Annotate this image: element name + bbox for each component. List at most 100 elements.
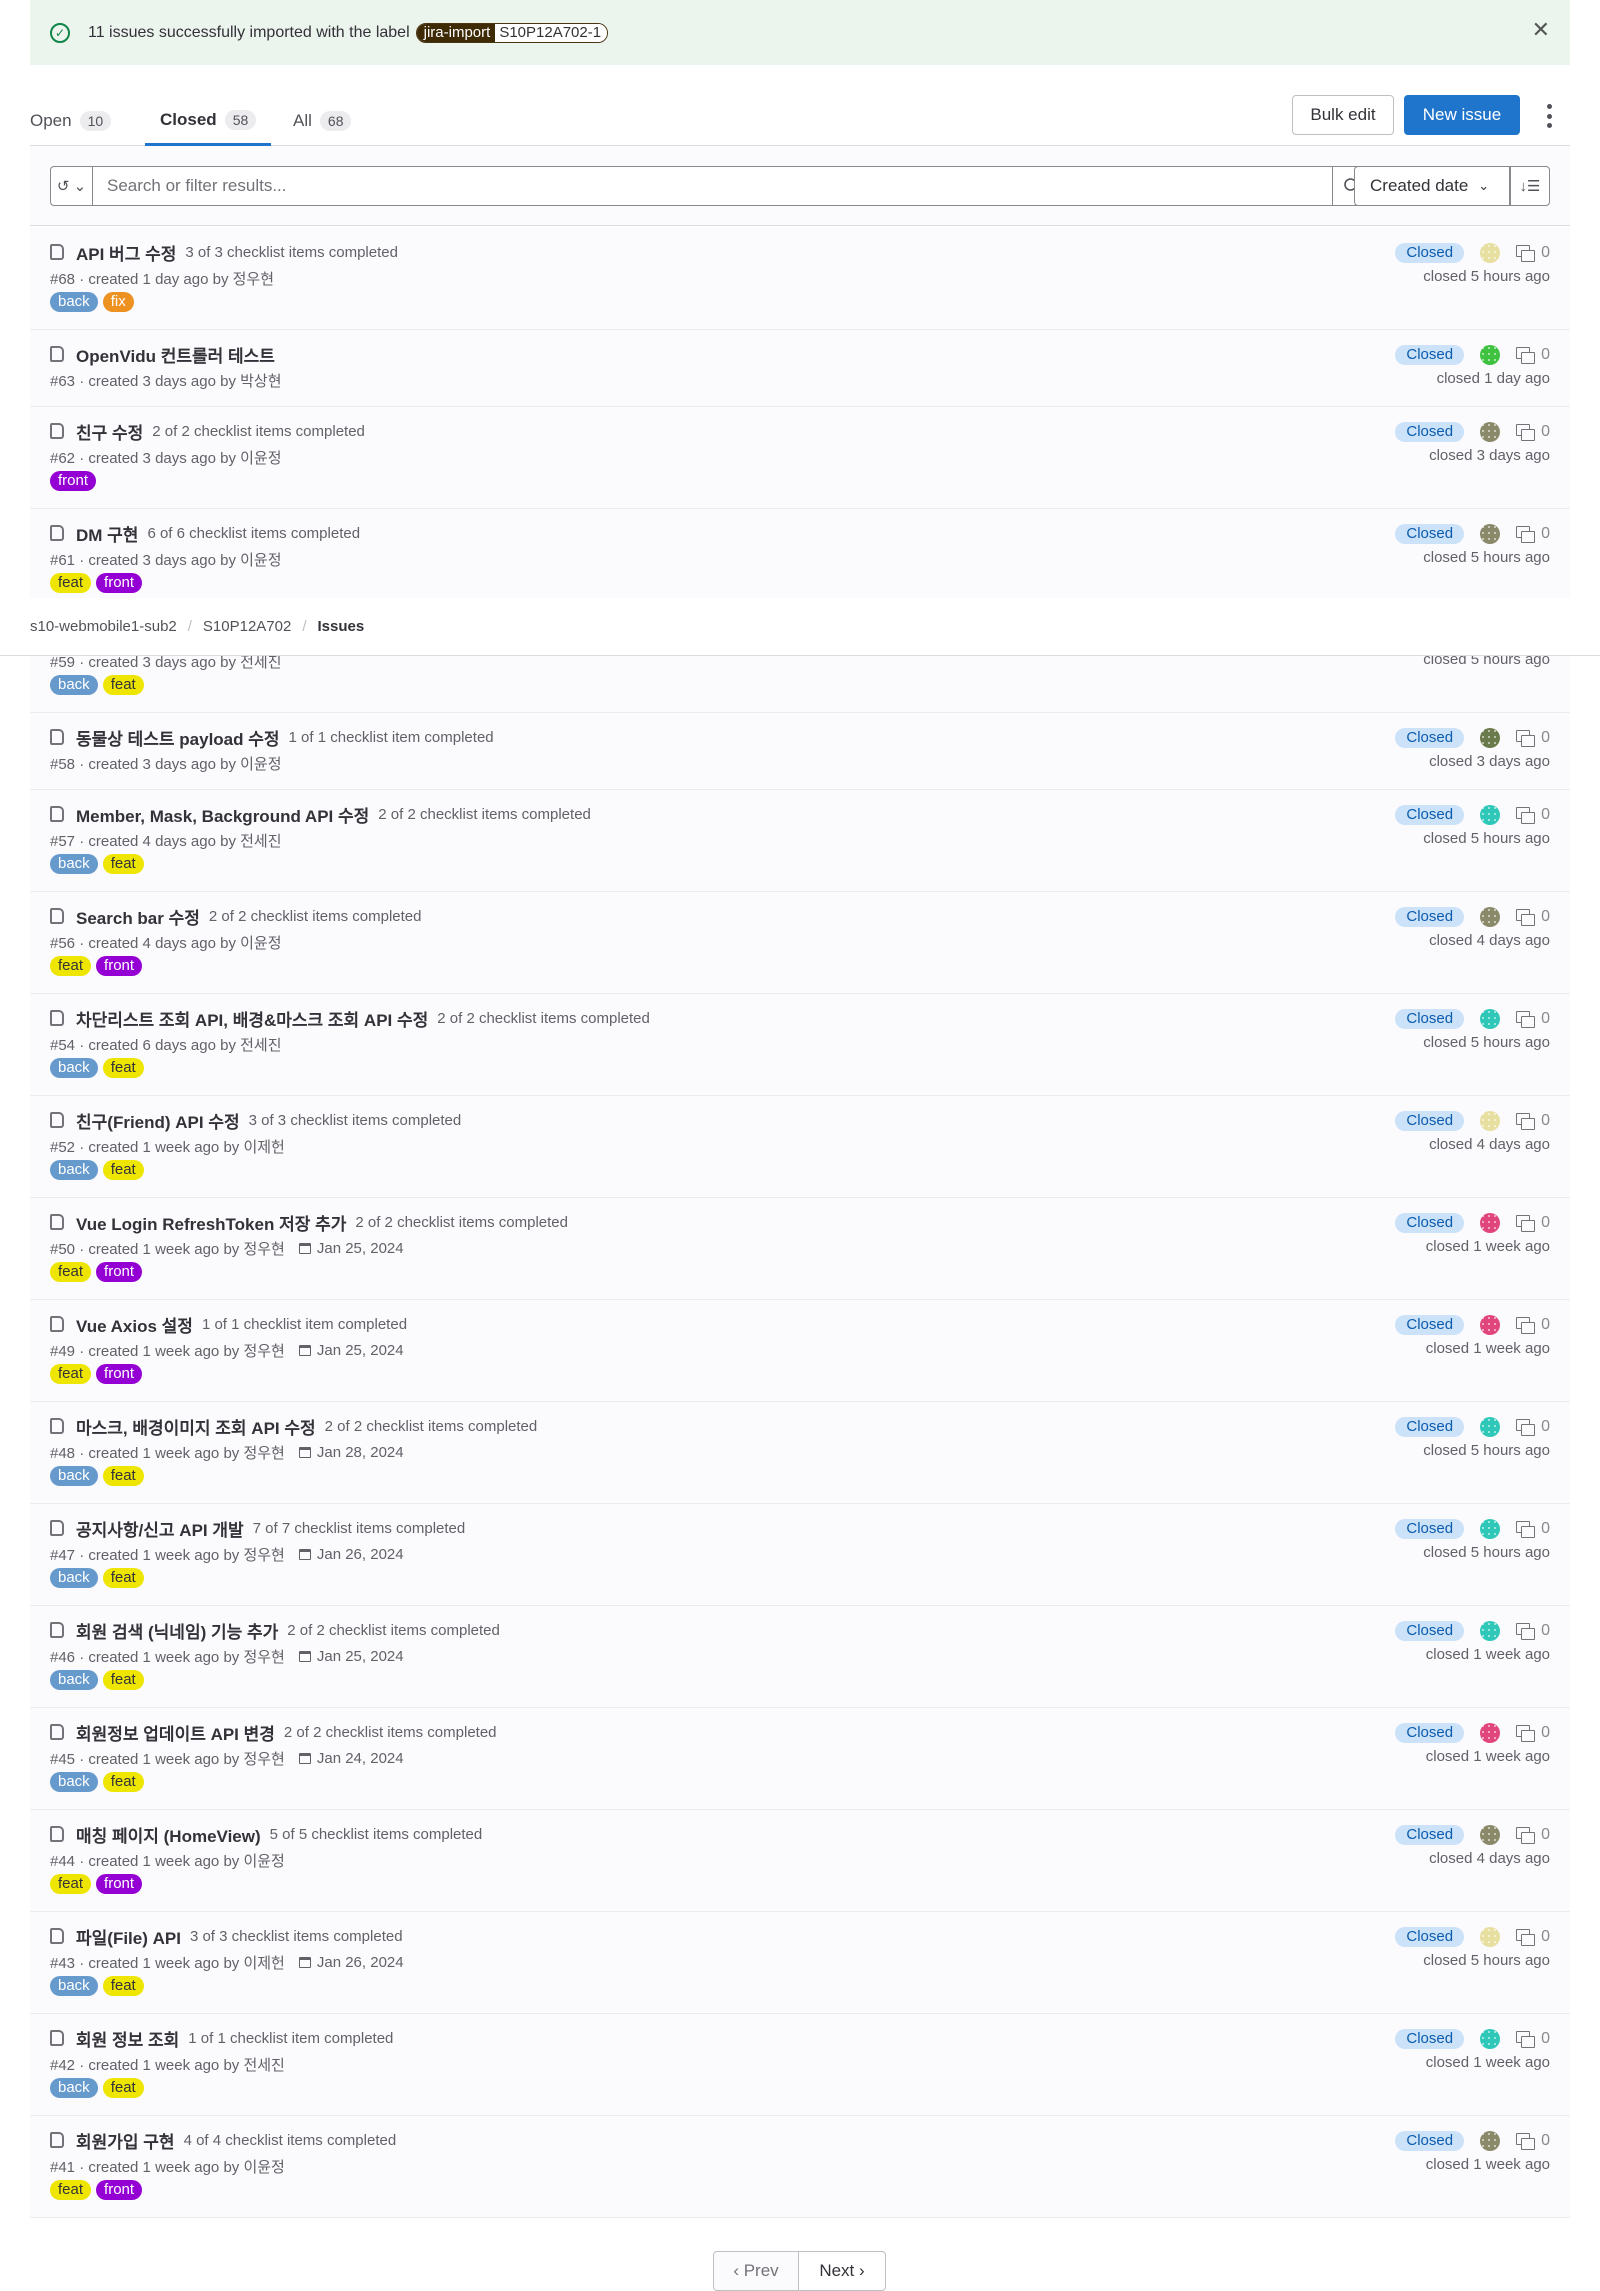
label-back[interactable]: back xyxy=(50,1466,98,1486)
comments-count[interactable]: 0 xyxy=(1516,423,1550,441)
label-feat[interactable]: feat xyxy=(102,1976,144,1996)
close-icon[interactable]: ✕ xyxy=(1532,17,1550,43)
label-back[interactable]: back xyxy=(50,2078,98,2098)
assignee-avatar[interactable] xyxy=(1480,1315,1501,1335)
label-feat[interactable]: feat xyxy=(102,854,144,874)
new-issue-button[interactable]: New issue xyxy=(1404,95,1520,135)
label-feat[interactable]: feat xyxy=(50,573,92,593)
assignee-avatar[interactable] xyxy=(1480,1825,1501,1845)
comments-count[interactable]: 0 xyxy=(1516,1724,1550,1742)
issue-title[interactable]: API 버그 수정 xyxy=(76,240,176,265)
issue-title[interactable]: 파일(File) API xyxy=(76,1924,181,1949)
issue-title[interactable]: 동물상 테스트 payload 수정 xyxy=(76,725,280,750)
comments-count[interactable]: 0 xyxy=(1516,1622,1550,1640)
comments-count[interactable]: 0 xyxy=(1516,1112,1550,1130)
assignee-avatar[interactable] xyxy=(1480,728,1501,748)
scoped-label[interactable]: jira-import S10P12A702-1 xyxy=(415,22,609,43)
assignee-avatar[interactable] xyxy=(1480,1519,1501,1539)
label-back[interactable]: back xyxy=(50,675,98,695)
comments-count[interactable]: 0 xyxy=(1516,2132,1550,2150)
label-back[interactable]: back xyxy=(50,1058,98,1078)
comments-count[interactable]: 0 xyxy=(1516,1826,1550,1844)
next-page-button[interactable]: Next › xyxy=(799,2251,886,2291)
bulk-edit-button[interactable]: Bulk edit xyxy=(1292,95,1394,135)
label-back[interactable]: back xyxy=(50,1670,98,1690)
issue-title[interactable]: 친구 수정 xyxy=(76,419,143,444)
label-back[interactable]: back xyxy=(50,292,98,312)
recent-searches-history-icon[interactable]: ↺ ⌄ xyxy=(50,166,92,206)
issue-title[interactable]: 회원 검색 (닉네임) 기능 추가 xyxy=(76,1618,278,1643)
label-feat[interactable]: feat xyxy=(102,1160,144,1180)
assignee-avatar[interactable] xyxy=(1480,1621,1501,1641)
label-feat[interactable]: feat xyxy=(102,1058,144,1078)
label-feat[interactable]: feat xyxy=(102,1568,144,1588)
label-feat[interactable]: feat xyxy=(50,1874,92,1894)
assignee-avatar[interactable] xyxy=(1480,2029,1501,2049)
issue-title[interactable]: 매칭 페이지 (HomeView) xyxy=(76,1822,261,1847)
label-back[interactable]: back xyxy=(50,1976,98,1996)
label-feat[interactable]: feat xyxy=(50,1364,92,1384)
breadcrumb-group[interactable]: s10-webmobile1-sub2 xyxy=(30,618,177,635)
assignee-avatar[interactable] xyxy=(1480,1213,1501,1233)
comments-count[interactable]: 0 xyxy=(1516,1010,1550,1028)
comments-count[interactable]: 0 xyxy=(1516,1316,1550,1334)
sort-dropdown[interactable]: Created date ⌄ xyxy=(1354,166,1510,206)
more-actions-icon[interactable] xyxy=(1544,104,1554,128)
comments-count[interactable]: 0 xyxy=(1516,1520,1550,1538)
assignee-avatar[interactable] xyxy=(1480,1723,1501,1743)
issue-title[interactable]: 회원 정보 조회 xyxy=(76,2026,179,2051)
label-back[interactable]: back xyxy=(50,1160,98,1180)
breadcrumb-project[interactable]: S10P12A702 xyxy=(203,618,291,635)
label-front[interactable]: front xyxy=(96,1262,143,1282)
label-fix[interactable]: fix xyxy=(102,292,134,312)
assignee-avatar[interactable] xyxy=(1480,345,1501,365)
issue-title[interactable]: 친구(Friend) API 수정 xyxy=(76,1108,240,1133)
assignee-avatar[interactable] xyxy=(1480,524,1501,544)
issue-title[interactable]: 공지사항/신고 API 개발 xyxy=(76,1516,244,1541)
label-back[interactable]: back xyxy=(50,854,98,874)
breadcrumb-issues[interactable]: Issues xyxy=(318,618,365,635)
issue-title[interactable]: Vue Login RefreshToken 저장 추가 xyxy=(76,1210,346,1235)
assignee-avatar[interactable] xyxy=(1480,907,1501,927)
tab-all[interactable]: All 68 xyxy=(293,96,352,145)
issue-title[interactable]: OpenVidu 컨트롤러 테스트 xyxy=(76,342,275,367)
comments-count[interactable]: 0 xyxy=(1516,729,1550,747)
label-feat[interactable]: feat xyxy=(102,675,144,695)
label-front[interactable]: front xyxy=(96,2180,143,2200)
comments-count[interactable]: 0 xyxy=(1516,525,1550,543)
issue-title[interactable]: Search bar 수정 xyxy=(76,904,200,929)
issue-title[interactable]: DM 구현 xyxy=(76,521,138,546)
label-feat[interactable]: feat xyxy=(50,956,92,976)
issue-title[interactable]: Vue Axios 설정 xyxy=(76,1312,193,1337)
issue-title[interactable]: Member, Mask, Background API 수정 xyxy=(76,802,369,827)
label-feat[interactable]: feat xyxy=(50,1262,92,1282)
label-back[interactable]: back xyxy=(50,1568,98,1588)
label-feat[interactable]: feat xyxy=(102,1670,144,1690)
issue-title[interactable]: 차단리스트 조회 API, 배경&마스크 조회 API 수정 xyxy=(76,1006,428,1031)
assignee-avatar[interactable] xyxy=(1480,1927,1501,1947)
label-front[interactable]: front xyxy=(50,471,97,491)
label-front[interactable]: front xyxy=(96,956,143,976)
comments-count[interactable]: 0 xyxy=(1516,1928,1550,1946)
assignee-avatar[interactable] xyxy=(1480,1417,1501,1437)
issue-title[interactable]: 회원가입 구현 xyxy=(76,2128,175,2153)
issue-title[interactable]: 마스크, 배경이미지 조회 API 수정 xyxy=(76,1414,316,1439)
label-front[interactable]: front xyxy=(96,1874,143,1894)
comments-count[interactable]: 0 xyxy=(1516,1418,1550,1436)
comments-count[interactable]: 0 xyxy=(1516,1214,1550,1232)
assignee-avatar[interactable] xyxy=(1480,1009,1501,1029)
comments-count[interactable]: 0 xyxy=(1516,2030,1550,2048)
label-front[interactable]: front xyxy=(96,573,143,593)
assignee-avatar[interactable] xyxy=(1480,243,1501,263)
comments-count[interactable]: 0 xyxy=(1516,908,1550,926)
label-feat[interactable]: feat xyxy=(102,1772,144,1792)
issue-title[interactable]: 회원정보 업데이트 API 변경 xyxy=(76,1720,275,1745)
label-feat[interactable]: feat xyxy=(102,1466,144,1486)
label-feat[interactable]: feat xyxy=(102,2078,144,2098)
label-front[interactable]: front xyxy=(96,1364,143,1384)
assignee-avatar[interactable] xyxy=(1480,422,1501,442)
assignee-avatar[interactable] xyxy=(1480,1111,1501,1131)
search-input[interactable] xyxy=(92,166,1333,206)
tab-closed[interactable]: Closed 58 xyxy=(145,96,272,146)
tab-open[interactable]: Open 10 xyxy=(30,96,112,145)
